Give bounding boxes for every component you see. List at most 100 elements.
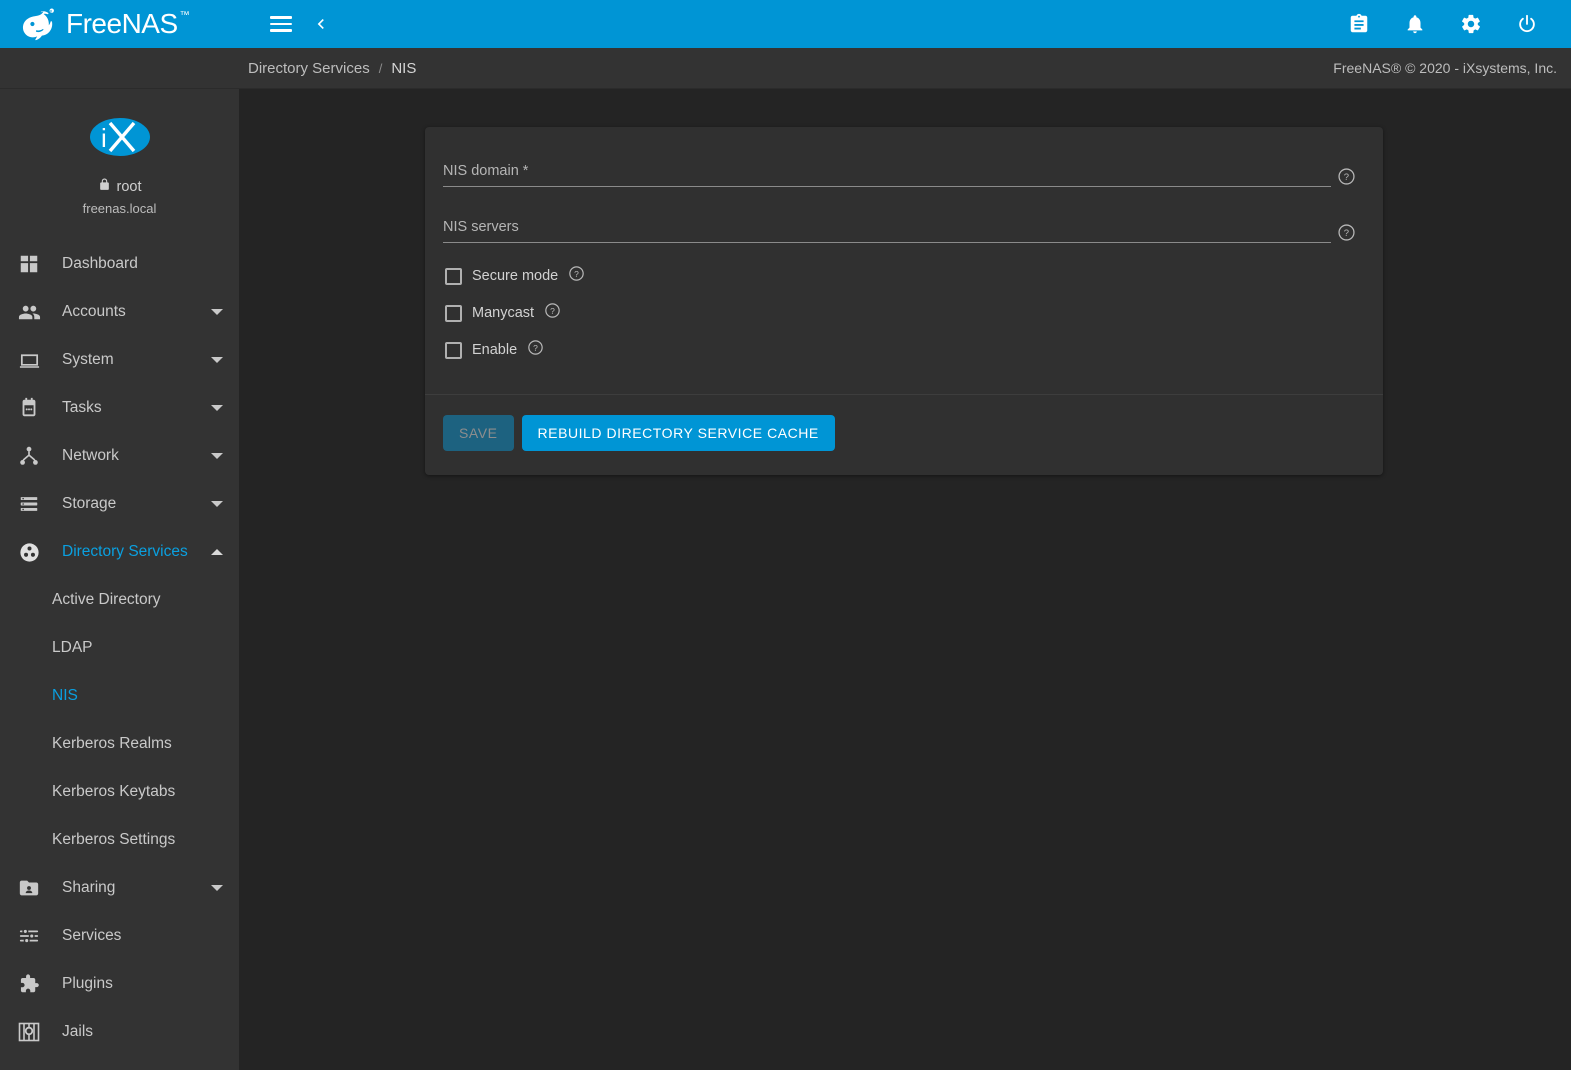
services-icon <box>10 925 48 947</box>
chevron-up-icon[interactable] <box>211 549 223 555</box>
sidebar-item-directory-services[interactable]: Directory Services <box>0 528 239 576</box>
lock-icon <box>98 177 111 196</box>
sidebar-item-active-directory[interactable]: Active Directory <box>0 576 239 624</box>
form-actions: SAVE REBUILD DIRECTORY SERVICE CACHE <box>425 395 1383 475</box>
directory-services-icon <box>10 541 48 564</box>
nis-form: NIS domain * ? NIS s <box>425 127 1383 394</box>
nis-servers-underline <box>443 242 1331 243</box>
sidebar: i root freenas.local <box>0 89 239 1070</box>
svg-text:?: ? <box>574 269 579 279</box>
sidebar-subitem-label: Kerberos Realms <box>52 735 172 753</box>
sidebar-nav: Dashboard Accounts System <box>0 230 239 1070</box>
sidebar-item-label: Directory Services <box>48 543 211 561</box>
chevron-down-icon[interactable] <box>211 453 223 459</box>
nis-domain-input[interactable] <box>443 164 1321 186</box>
top-bar-icon-group <box>1339 4 1557 44</box>
sidebar-item-label: Jails <box>48 1023 223 1041</box>
hamburger-menu-icon[interactable] <box>261 4 301 44</box>
jails-icon <box>10 1020 48 1044</box>
sidebar-subitem-label: NIS <box>52 687 78 705</box>
breadcrumb-parent[interactable]: Directory Services <box>248 60 370 77</box>
profile-username: root <box>117 179 142 195</box>
sidebar-subitem-label: LDAP <box>52 639 93 657</box>
network-icon <box>10 445 48 467</box>
breadcrumb: Directory Services / NIS <box>248 60 416 77</box>
sharing-icon <box>10 877 48 899</box>
nis-domain-underline <box>443 186 1331 187</box>
manycast-checkbox[interactable] <box>445 305 462 322</box>
sidebar-item-plugins[interactable]: Plugins <box>0 960 239 1008</box>
svg-text:?: ? <box>550 306 555 316</box>
settings-gear-icon[interactable] <box>1451 4 1491 44</box>
sidebar-item-network[interactable]: Network <box>0 432 239 480</box>
copyright-text: FreeNAS® © 2020 - iXsystems, Inc. <box>1333 60 1557 76</box>
chevron-down-icon[interactable] <box>211 309 223 315</box>
sidebar-item-nis[interactable]: NIS <box>0 672 239 720</box>
top-bar-actions <box>239 0 1571 48</box>
rebuild-directory-service-cache-button[interactable]: REBUILD DIRECTORY SERVICE CACHE <box>522 415 835 451</box>
nis-servers-input[interactable] <box>443 220 1321 242</box>
sidebar-item-accounts[interactable]: Accounts <box>0 288 239 336</box>
sidebar-item-storage[interactable]: Storage <box>0 480 239 528</box>
sidebar-item-tasks[interactable]: Tasks <box>0 384 239 432</box>
profile-username-row: root <box>98 177 142 196</box>
accounts-icon <box>10 301 48 324</box>
ixsystems-avatar: i <box>88 111 152 163</box>
sidebar-item-kerberos-realms[interactable]: Kerberos Realms <box>0 720 239 768</box>
chevron-down-icon[interactable] <box>211 501 223 507</box>
manycast-label[interactable]: Manycast <box>472 305 534 321</box>
sidebar-item-jails[interactable]: Jails <box>0 1008 239 1056</box>
svg-text:?: ? <box>1343 228 1348 239</box>
chevron-down-icon[interactable] <box>211 405 223 411</box>
sidebar-item-kerberos-keytabs[interactable]: Kerberos Keytabs <box>0 768 239 816</box>
freenas-fish-logo-icon: R <box>18 7 58 41</box>
secure-mode-row: Secure mode ? <box>443 265 1361 287</box>
chevron-left-icon[interactable] <box>301 4 341 44</box>
top-bar: R FreeNAS ™ <box>0 0 1571 48</box>
sidebar-item-services[interactable]: Services <box>0 912 239 960</box>
nis-servers-field: NIS servers ? <box>443 209 1361 243</box>
manycast-row: Manycast ? <box>443 302 1361 324</box>
sidebar-item-label: Dashboard <box>48 255 223 273</box>
sidebar-item-system[interactable]: System <box>0 336 239 384</box>
user-profile: i root freenas.local <box>0 89 239 230</box>
sidebar-item-sharing[interactable]: Sharing <box>0 864 239 912</box>
secure-mode-checkbox[interactable] <box>445 268 462 285</box>
help-circle-icon[interactable]: ? <box>544 302 561 324</box>
brand-logo[interactable]: R FreeNAS ™ <box>0 0 239 48</box>
freenas-app: R FreeNAS ™ <box>0 0 1571 1070</box>
chevron-down-icon[interactable] <box>211 885 223 891</box>
dashboard-icon <box>10 253 48 275</box>
svg-text:?: ? <box>533 343 538 353</box>
sidebar-item-label: Accounts <box>48 303 211 321</box>
sidebar-subitem-label: Kerberos Settings <box>52 831 175 849</box>
help-circle-icon[interactable]: ? <box>1331 167 1361 187</box>
sidebar-item-label: Plugins <box>48 975 223 993</box>
sidebar-item-kerberos-settings[interactable]: Kerberos Settings <box>0 816 239 864</box>
power-icon[interactable] <box>1507 4 1547 44</box>
sidebar-item-reporting[interactable]: Reporting <box>0 1056 239 1070</box>
chevron-down-icon[interactable] <box>211 357 223 363</box>
help-circle-icon[interactable]: ? <box>568 265 585 287</box>
notifications-bell-icon[interactable] <box>1395 4 1435 44</box>
breadcrumb-bar: Directory Services / NIS FreeNAS® © 2020… <box>0 48 1571 89</box>
enable-checkbox[interactable] <box>445 342 462 359</box>
enable-label[interactable]: Enable <box>472 342 517 358</box>
brand-trademark: ™ <box>180 9 190 23</box>
sidebar-subitem-label: Kerberos Keytabs <box>52 783 175 801</box>
save-button[interactable]: SAVE <box>443 415 514 451</box>
sidebar-item-ldap[interactable]: LDAP <box>0 624 239 672</box>
breadcrumb-current: NIS <box>391 60 416 77</box>
svg-text:i: i <box>101 123 107 153</box>
help-circle-icon[interactable]: ? <box>527 339 544 361</box>
help-circle-icon[interactable]: ? <box>1331 223 1361 243</box>
profile-hostname: freenas.local <box>83 201 157 216</box>
sidebar-item-dashboard[interactable]: Dashboard <box>0 240 239 288</box>
tasks-icon[interactable] <box>1339 4 1379 44</box>
secure-mode-label[interactable]: Secure mode <box>472 268 558 284</box>
svg-text:?: ? <box>1343 172 1348 183</box>
enable-row: Enable ? <box>443 339 1361 361</box>
tasks-calendar-icon <box>10 397 48 419</box>
main-content: NIS domain * ? NIS s <box>239 89 1571 1070</box>
sidebar-item-label: Tasks <box>48 399 211 417</box>
